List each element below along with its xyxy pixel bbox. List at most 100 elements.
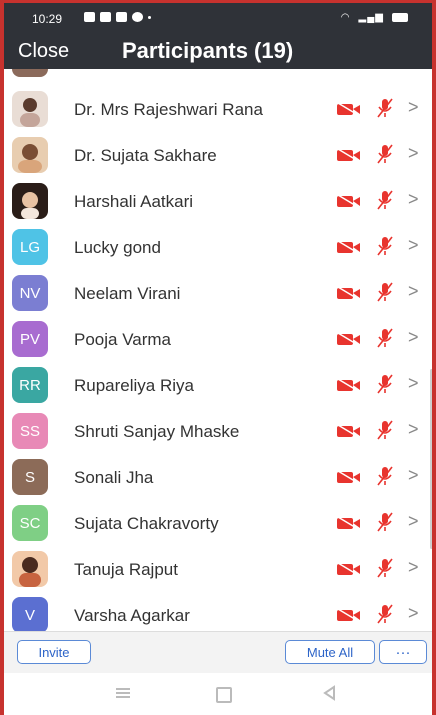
participants-footer: Invite Mute All ··· (4, 631, 432, 674)
participants-header: Close Participants (19) (4, 35, 432, 69)
participant-name: Neelam Virani (74, 284, 181, 303)
avatar-initials: NV (19, 284, 41, 302)
mic-muted-icon[interactable] (376, 143, 394, 165)
chevron-right-icon[interactable]: > (408, 465, 419, 486)
android-nav-bar (4, 673, 432, 715)
video-off-icon[interactable] (336, 378, 362, 392)
participant-row[interactable]: RR Rupareliya Riya > (4, 363, 432, 409)
chevron-right-icon[interactable]: > (408, 97, 419, 118)
participant-name: Tanuja Rajput (74, 560, 178, 579)
video-off-icon[interactable] (336, 608, 362, 622)
chevron-right-icon[interactable]: > (408, 327, 419, 348)
avatar: SC (12, 505, 48, 541)
video-off-icon[interactable] (336, 332, 362, 346)
participant-row[interactable]: SS Shruti Sanjay Mhaske > (4, 409, 432, 455)
mic-muted-icon[interactable] (376, 373, 394, 395)
video-off-icon[interactable] (336, 562, 362, 576)
notification-icon (84, 12, 95, 22)
participant-name: Dr. Sujata Sakhare (74, 146, 217, 165)
mic-muted-icon[interactable] (376, 189, 394, 211)
mute-all-button[interactable]: Mute All (285, 640, 375, 664)
invite-button[interactable]: Invite (17, 640, 91, 664)
participant-row[interactable]: V Varsha Agarkar > (4, 593, 432, 631)
avatar-initials: SC (19, 514, 41, 532)
more-options-button[interactable]: ··· (379, 640, 427, 664)
avatar-initials: RR (19, 376, 41, 394)
avatar (12, 137, 48, 173)
participant-name: Shruti Sanjay Mhaske (74, 422, 240, 441)
mic-muted-icon[interactable] (376, 327, 394, 349)
chevron-right-icon[interactable]: > (408, 603, 419, 624)
avatar-initials: PV (19, 330, 40, 348)
avatar-initials: S (24, 468, 35, 486)
participant-row[interactable]: SC Sujata Chakravorty > (4, 501, 432, 547)
avatar-initials: V (24, 606, 35, 624)
avatar: V (12, 597, 48, 631)
participant-row[interactable]: S Sonali Jha > (4, 455, 432, 501)
video-off-icon[interactable] (336, 516, 362, 530)
participant-row[interactable]: Dr. Sujata Sakhare > (4, 133, 432, 179)
avatar: PV (12, 321, 48, 357)
mic-muted-icon[interactable] (376, 281, 394, 303)
chevron-right-icon[interactable]: > (408, 281, 419, 302)
avatar: SS (12, 413, 48, 449)
avatar (12, 183, 48, 219)
close-button[interactable]: Close (18, 40, 69, 63)
notification-icon (100, 12, 111, 22)
participant-name: Pooja Varma (74, 330, 172, 349)
participant-name: Varsha Agarkar (74, 606, 190, 625)
window-frame-right (432, 0, 436, 715)
battery-icon (392, 13, 408, 22)
participant-row[interactable]: Tanuja Rajput > (4, 547, 432, 593)
participant-row[interactable]: Dr. Mrs Rajeshwari Rana > (4, 87, 432, 133)
page-title: Participants (19) (122, 38, 294, 63)
mic-muted-icon[interactable] (376, 557, 394, 579)
recents-icon[interactable] (116, 687, 130, 699)
avatar (12, 69, 48, 77)
avatar: LG (12, 229, 48, 265)
participant-name: Dr. Mrs Rajeshwari Rana (74, 100, 263, 119)
video-off-icon[interactable] (336, 470, 362, 484)
chevron-right-icon[interactable]: > (408, 511, 419, 532)
participant-row[interactable]: > (4, 69, 432, 83)
avatar-initials: LG (19, 238, 40, 256)
video-off-icon[interactable] (336, 194, 362, 208)
video-off-icon[interactable] (336, 102, 362, 116)
wifi-icon: ◠ (340, 12, 351, 23)
participants-list[interactable]: > Dr. Mrs Rajeshwari Rana > Dr. Sujata S… (4, 69, 432, 631)
more-notifications-icon (148, 15, 151, 19)
signal-icon: ▂▄▆ (358, 12, 384, 23)
chevron-right-icon[interactable]: > (408, 143, 419, 164)
participant-name: Harshali Aatkari (74, 192, 194, 211)
mic-muted-icon[interactable] (376, 511, 394, 533)
home-icon[interactable] (216, 687, 232, 703)
back-icon[interactable] (322, 685, 336, 701)
chevron-right-icon[interactable]: > (408, 235, 419, 256)
mic-muted-icon[interactable] (376, 97, 394, 119)
participant-row[interactable]: NV Neelam Virani > (4, 271, 432, 317)
mic-muted-icon[interactable] (376, 235, 394, 257)
mic-muted-icon[interactable] (376, 419, 394, 441)
participant-name: Sonali Jha (74, 468, 154, 487)
participant-row[interactable]: Harshali Aatkari > (4, 179, 432, 225)
chevron-right-icon[interactable]: > (408, 373, 419, 394)
chevron-right-icon[interactable]: > (408, 189, 419, 210)
avatar (12, 551, 48, 587)
video-off-icon[interactable] (336, 424, 362, 438)
video-off-icon[interactable] (336, 148, 362, 162)
participant-name: Rupareliya Riya (74, 376, 194, 395)
participant-row[interactable]: PV Pooja Varma > (4, 317, 432, 363)
mic-muted-icon[interactable] (376, 603, 394, 625)
avatar: S (12, 459, 48, 495)
participant-row[interactable]: LG Lucky gond > (4, 225, 432, 271)
video-off-icon[interactable] (336, 286, 362, 300)
avatar: RR (12, 367, 48, 403)
mic-muted-icon[interactable] (376, 465, 394, 487)
video-off-icon[interactable] (336, 240, 362, 254)
participant-name: Lucky gond (74, 238, 161, 257)
participant-name: Sujata Chakravorty (74, 514, 219, 533)
chevron-right-icon[interactable]: > (408, 419, 419, 440)
chevron-right-icon[interactable]: > (408, 557, 419, 578)
scrollbar[interactable] (430, 369, 432, 549)
notification-icon (132, 12, 143, 22)
